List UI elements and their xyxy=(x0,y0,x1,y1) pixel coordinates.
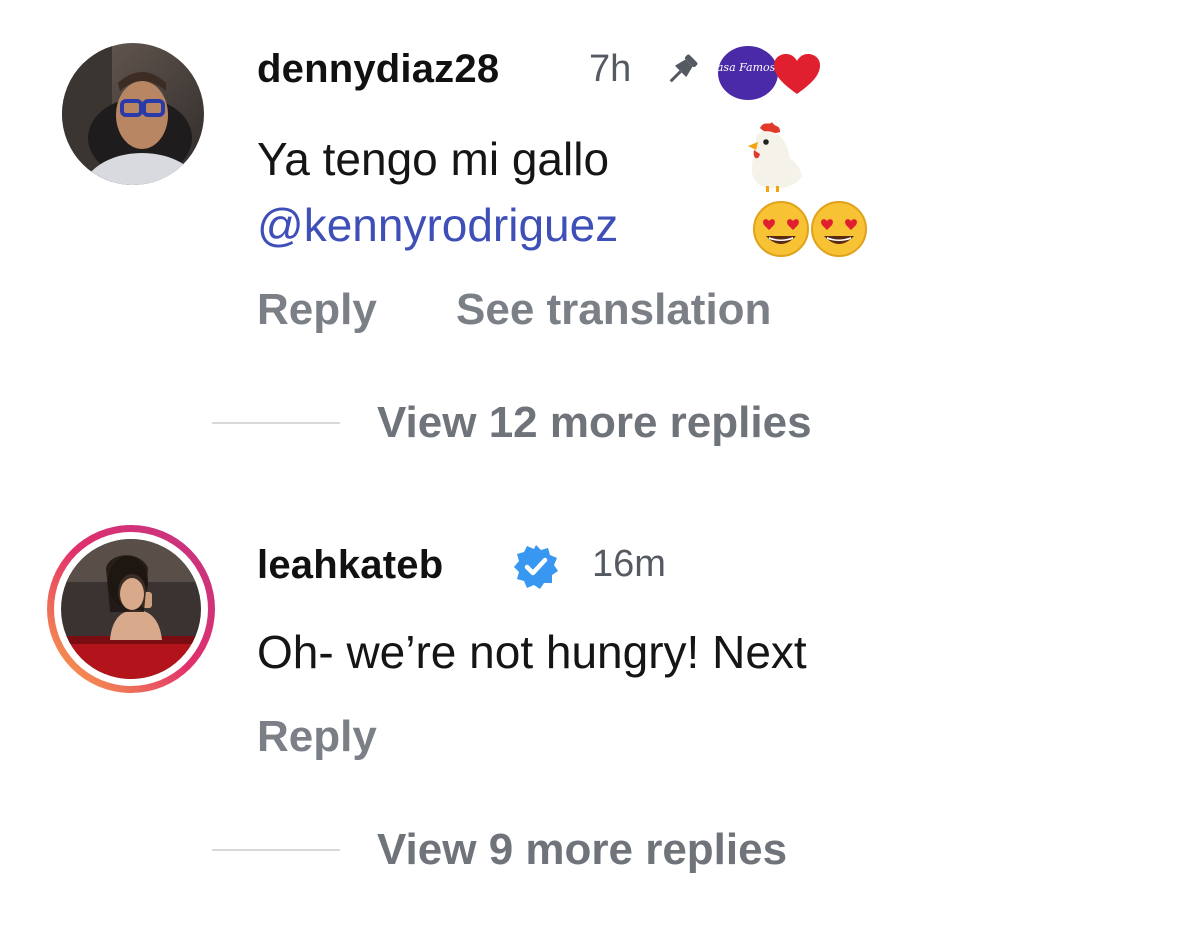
pin-icon xyxy=(660,50,704,90)
comment-time: 16m xyxy=(592,543,666,585)
heart-eyes-emoji-icon xyxy=(752,200,810,258)
avatar[interactable] xyxy=(62,43,204,185)
view-more-replies-button[interactable]: View 12 more replies xyxy=(377,398,812,448)
rooster-emoji-icon xyxy=(742,120,806,192)
heart-eyes-emoji-icon xyxy=(810,200,868,258)
view-more-replies-button[interactable]: View 9 more replies xyxy=(377,825,787,875)
comment-time: 7h xyxy=(589,48,632,90)
comment-text: Oh- we’re not hungry! Next xyxy=(257,626,807,678)
comment-text: Ya tengo mi gallo xyxy=(257,133,610,185)
username[interactable]: leahkateb xyxy=(257,543,443,588)
mention-link[interactable]: @kennyrodriguez xyxy=(257,198,618,252)
avatar-story-ring[interactable] xyxy=(44,522,218,696)
comment-leahkateb: leahkateb 16m Oh- we’re not hungry! Next… xyxy=(0,480,1200,931)
replies-divider xyxy=(212,422,340,424)
reply-button[interactable]: Reply xyxy=(257,285,377,335)
verified-badge-icon xyxy=(512,543,560,591)
replies-divider xyxy=(212,849,340,851)
reply-button[interactable]: Reply xyxy=(257,712,377,762)
red-heart-icon xyxy=(772,52,822,96)
comment-dennydiaz28: dennydiaz28 7h Casa Famosos Ya tengo mi … xyxy=(0,0,1200,480)
username[interactable]: dennydiaz28 xyxy=(257,47,499,92)
see-translation-button[interactable]: See translation xyxy=(456,285,771,335)
